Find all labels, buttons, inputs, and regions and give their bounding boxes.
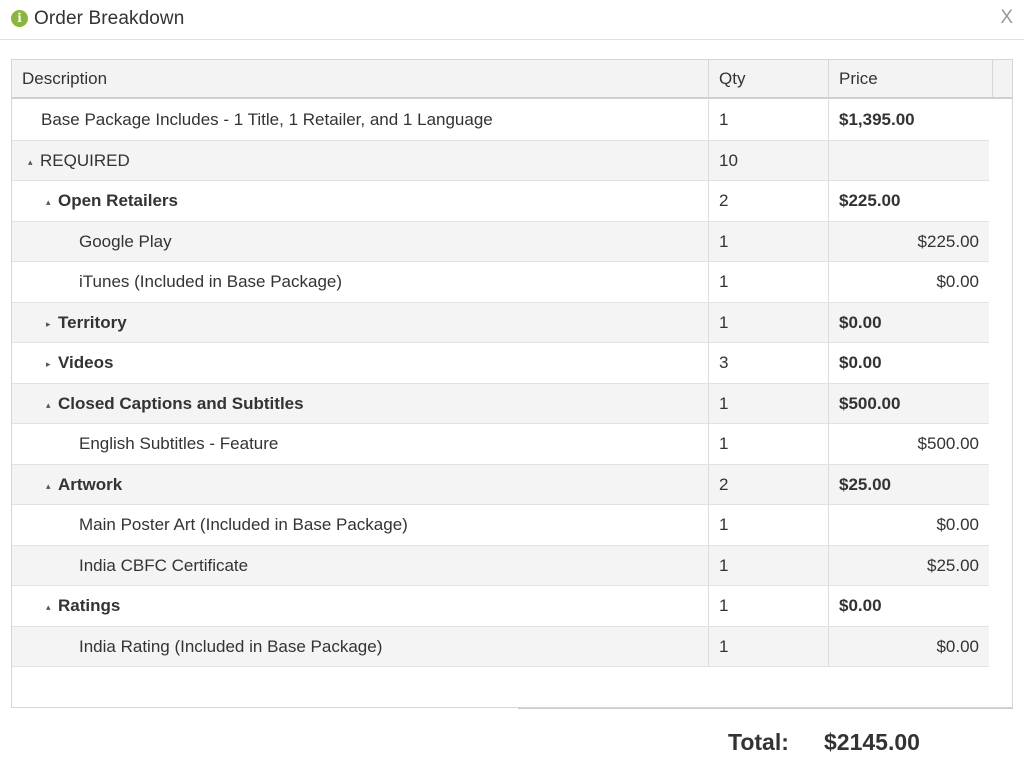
- info-icon: i: [11, 10, 28, 27]
- row-description: ▴ Open Retailers: [12, 181, 709, 221]
- row-price: $500.00: [917, 434, 979, 453]
- row-qty: 3: [709, 343, 829, 383]
- column-header-qty[interactable]: Qty: [709, 60, 829, 97]
- expanded-arrow-icon[interactable]: ▴: [28, 142, 40, 182]
- group-label: REQUIRED: [40, 150, 130, 170]
- row-qty: 1: [709, 100, 829, 140]
- order-grid: Description Qty Price Base Package Inclu…: [11, 59, 1013, 708]
- group-row-videos[interactable]: ▸ Videos 3 $0.00: [12, 343, 989, 384]
- table-row: Main Poster Art (Included in Base Packag…: [12, 505, 989, 546]
- row-qty: 1: [709, 545, 829, 586]
- close-button[interactable]: X: [1000, 7, 1013, 29]
- grid-footer-divider: [518, 708, 1013, 709]
- row-description: ▴ Artwork: [12, 464, 709, 506]
- expanded-arrow-icon[interactable]: ▴: [46, 466, 58, 506]
- row-description: India CBFC Certificate: [12, 545, 709, 586]
- grid-body: Base Package Includes - 1 Title, 1 Retai…: [12, 100, 989, 667]
- expanded-arrow-icon[interactable]: ▴: [46, 587, 58, 627]
- group-label: Territory: [58, 312, 127, 332]
- dialog-title: Order Breakdown: [34, 8, 185, 29]
- group-row-artwork[interactable]: ▴ Artwork 2 $25.00: [12, 464, 989, 506]
- group-label: Ratings: [58, 596, 121, 615]
- row-price: $225.00: [839, 191, 901, 210]
- row-price: [829, 141, 989, 181]
- row-qty: 1: [709, 221, 829, 262]
- row-qty: 1: [709, 424, 829, 464]
- row-description: Main Poster Art (Included in Base Packag…: [12, 505, 709, 545]
- row-price: $0.00: [936, 272, 979, 291]
- grid-header: Description Qty Price: [12, 60, 1012, 99]
- table-row: India Rating (Included in Base Package) …: [12, 626, 989, 667]
- row-price: $0.00: [936, 515, 979, 534]
- dialog-header: i Order Breakdown X: [0, 0, 1024, 40]
- collapsed-arrow-icon[interactable]: ▸: [46, 344, 58, 384]
- row-price: $25.00: [839, 474, 891, 494]
- row-qty: 2: [709, 181, 829, 221]
- group-row-open-retailers[interactable]: ▴ Open Retailers 2 $225.00: [12, 181, 989, 222]
- row-description: ▴ REQUIRED: [12, 140, 709, 182]
- row-price: $500.00: [839, 393, 901, 413]
- row-qty: 1: [709, 586, 829, 626]
- row-description: iTunes (Included in Base Package): [12, 262, 709, 302]
- row-description: English Subtitles - Feature: [12, 424, 709, 464]
- table-row: Base Package Includes - 1 Title, 1 Retai…: [12, 100, 989, 141]
- row-qty: 1: [709, 383, 829, 424]
- row-price: $25.00: [927, 555, 979, 575]
- table-row: India CBFC Certificate 1 $25.00: [12, 545, 989, 586]
- table-row: iTunes (Included in Base Package) 1 $0.0…: [12, 262, 989, 303]
- row-description: Base Package Includes - 1 Title, 1 Retai…: [12, 100, 709, 140]
- row-price: $1,395.00: [839, 110, 915, 129]
- row-qty: 1: [709, 262, 829, 302]
- row-qty: 1: [709, 626, 829, 667]
- row-qty: 1: [709, 505, 829, 545]
- column-header-price[interactable]: Price: [829, 60, 993, 97]
- row-price: $225.00: [917, 231, 979, 251]
- row-description: India Rating (Included in Base Package): [12, 626, 709, 667]
- expanded-arrow-icon[interactable]: ▴: [46, 385, 58, 425]
- row-price: $0.00: [936, 636, 979, 656]
- group-row-required[interactable]: ▴ REQUIRED 10: [12, 140, 989, 182]
- group-row-ratings[interactable]: ▴ Ratings 1 $0.00: [12, 586, 989, 627]
- expanded-arrow-icon[interactable]: ▴: [46, 182, 58, 222]
- row-description: ▸ Videos: [12, 343, 709, 383]
- row-description: ▸ Territory: [12, 302, 709, 344]
- group-row-territory[interactable]: ▸ Territory 1 $0.00: [12, 302, 989, 344]
- table-row: Google Play 1 $225.00: [12, 221, 989, 262]
- row-price: $0.00: [839, 596, 882, 615]
- group-label: Open Retailers: [58, 191, 178, 210]
- table-row: English Subtitles - Feature 1 $500.00: [12, 424, 989, 465]
- row-description: ▴ Closed Captions and Subtitles: [12, 383, 709, 425]
- total-label: Total:: [728, 729, 789, 755]
- total-value: $2145.00: [824, 729, 920, 755]
- row-description: ▴ Ratings: [12, 586, 709, 626]
- order-breakdown-dialog: i Order Breakdown X Description Qty Pric…: [0, 0, 1024, 764]
- row-qty: 1: [709, 302, 829, 343]
- group-label: Closed Captions and Subtitles: [58, 393, 304, 413]
- row-qty: 2: [709, 464, 829, 505]
- column-header-description[interactable]: Description: [12, 60, 709, 97]
- row-qty: 10: [709, 140, 829, 181]
- row-price: $0.00: [839, 312, 882, 332]
- row-price: $0.00: [839, 353, 882, 372]
- collapsed-arrow-icon[interactable]: ▸: [46, 304, 58, 344]
- row-description: Google Play: [12, 221, 709, 262]
- group-label: Artwork: [58, 474, 123, 494]
- group-row-closed-captions[interactable]: ▴ Closed Captions and Subtitles 1 $500.00: [12, 383, 989, 425]
- group-label: Videos: [58, 353, 114, 372]
